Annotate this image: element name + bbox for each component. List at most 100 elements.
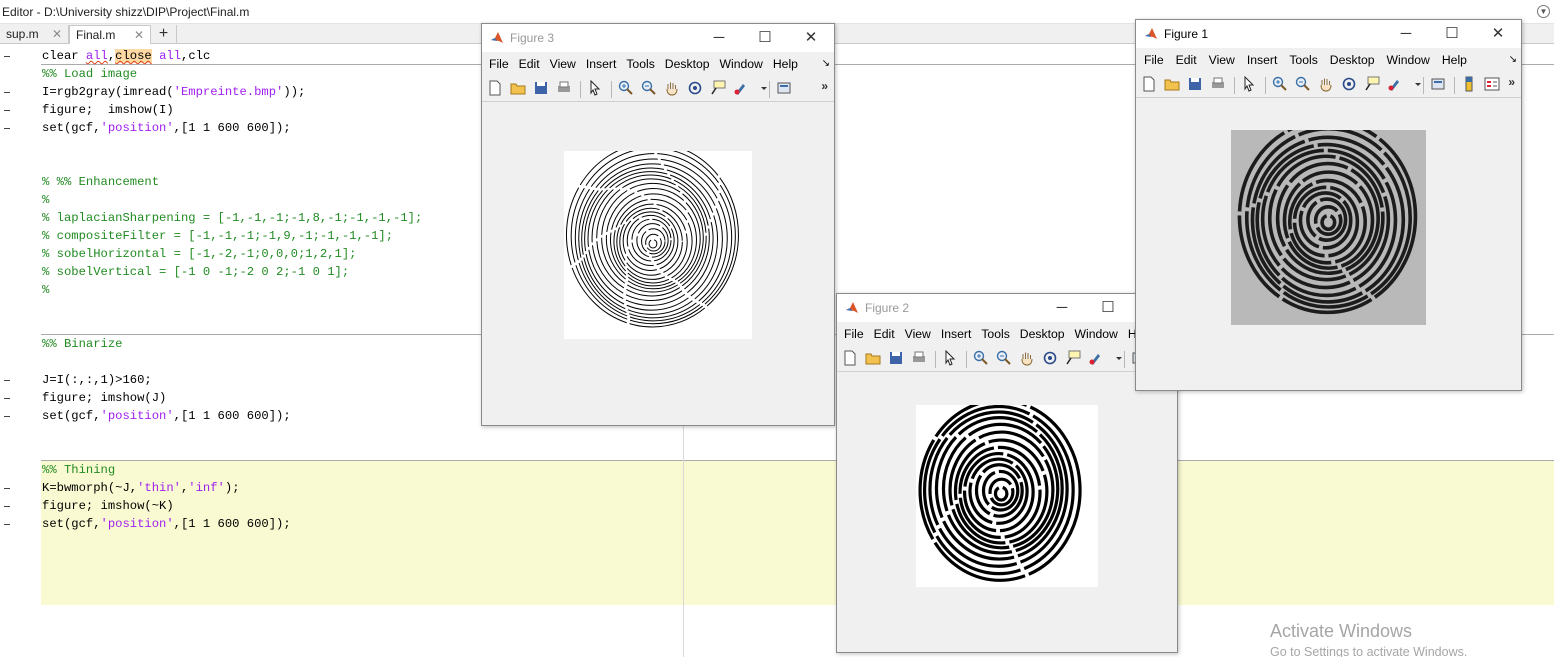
menu-desktop[interactable]: Desktop xyxy=(1324,48,1381,72)
save-icon[interactable] xyxy=(887,350,905,368)
collapse-icon[interactable]: ▼ xyxy=(1537,5,1550,18)
figure-titlebar[interactable]: Figure 2 ─ ☐ xyxy=(837,294,1177,322)
minimize-icon[interactable]: ─ xyxy=(1383,20,1429,48)
menu-tools[interactable]: Tools xyxy=(621,52,659,76)
menu-edit[interactable]: Edit xyxy=(869,322,900,346)
pointer-icon[interactable] xyxy=(1240,75,1258,94)
data-cursor-icon[interactable] xyxy=(1363,76,1381,94)
print-icon[interactable] xyxy=(555,80,573,98)
close-tab-icon[interactable]: ✕ xyxy=(134,26,144,44)
new-figure-icon[interactable] xyxy=(486,80,504,98)
zoom-out-icon[interactable] xyxy=(640,80,658,98)
rotate-icon[interactable] xyxy=(686,80,704,98)
data-cursor-icon[interactable] xyxy=(1064,350,1082,368)
dropdown-icon[interactable] xyxy=(1110,350,1128,368)
save-icon[interactable] xyxy=(532,80,550,98)
zoom-in-icon[interactable] xyxy=(972,350,990,368)
code-line: % xyxy=(42,283,50,297)
menu-help[interactable]: Help xyxy=(1436,48,1473,72)
link-icon[interactable] xyxy=(1429,76,1447,94)
menu-insert[interactable]: Insert xyxy=(936,322,976,346)
rotate-icon[interactable] xyxy=(1340,76,1358,94)
brush-icon[interactable] xyxy=(1087,350,1105,368)
pointer-icon[interactable] xyxy=(941,349,959,368)
figure-3-window[interactable]: Figure 3 ─ ☐ ✕ File Edit View Insert Tools De… xyxy=(481,23,835,426)
code-line: set(gcf,'position',[1 1 600 600]); xyxy=(42,517,291,531)
maximize-icon[interactable]: ☐ xyxy=(1085,294,1131,322)
minimize-icon[interactable]: ─ xyxy=(1039,294,1085,322)
menu-file[interactable]: File xyxy=(1136,48,1170,72)
open-icon[interactable] xyxy=(864,350,882,368)
menu-desktop[interactable]: Desktop xyxy=(1015,322,1070,346)
menu-desktop[interactable]: Desktop xyxy=(660,52,715,76)
menu-file[interactable]: File xyxy=(482,52,514,76)
menu-view[interactable]: View xyxy=(900,322,936,346)
new-figure-icon[interactable] xyxy=(841,350,859,368)
open-icon[interactable] xyxy=(509,80,527,98)
link-icon[interactable] xyxy=(775,80,793,98)
pan-icon[interactable] xyxy=(1018,350,1036,368)
toolbar-overflow-icon[interactable]: » xyxy=(1508,75,1515,89)
colorbar-icon[interactable] xyxy=(1460,76,1478,94)
menu-file[interactable]: File xyxy=(837,322,869,346)
zoom-out-icon[interactable] xyxy=(995,350,1013,368)
add-tab-button[interactable]: + xyxy=(151,25,177,44)
menu-tools[interactable]: Tools xyxy=(976,322,1014,346)
figure-titlebar[interactable]: Figure 3 ─ ☐ ✕ xyxy=(482,24,834,52)
code-line: % sobelHorizontal = [-1,-2,-1;0,0,0;1,2,… xyxy=(42,247,357,261)
dropdown-icon[interactable] xyxy=(1409,76,1427,94)
close-icon[interactable]: ✕ xyxy=(788,24,834,52)
menu-window[interactable]: Window xyxy=(1070,322,1123,346)
pan-icon[interactable] xyxy=(1317,76,1335,94)
menu-overflow-icon[interactable]: ↘ xyxy=(822,52,830,76)
brush-icon[interactable] xyxy=(1386,76,1404,94)
menu-insert[interactable]: Insert xyxy=(1241,48,1283,72)
save-icon[interactable] xyxy=(1186,76,1204,94)
figure-2-window[interactable]: Figure 2 ─ ☐ File Edit View Insert Tools Desk… xyxy=(836,293,1178,653)
rotate-icon[interactable] xyxy=(1041,350,1059,368)
binarized-fingerprint-image xyxy=(916,405,1098,587)
pan-icon[interactable] xyxy=(663,80,681,98)
matlab-logo-icon xyxy=(846,302,858,313)
maximize-icon[interactable]: ☐ xyxy=(1429,20,1475,48)
zoom-out-icon[interactable] xyxy=(1294,76,1312,94)
print-icon[interactable] xyxy=(910,350,928,368)
close-tab-icon[interactable]: ✕ xyxy=(52,25,62,43)
code-line: figure; imshow(J) xyxy=(42,391,167,405)
menu-edit[interactable]: Edit xyxy=(514,52,545,76)
matlab-logo-icon xyxy=(491,32,503,43)
toolbar-separator xyxy=(966,351,967,368)
figure-1-window[interactable]: Figure 1 ─ ☐ ✕ File Edit View Insert Tools De… xyxy=(1135,19,1522,391)
dropdown-icon[interactable] xyxy=(755,80,773,98)
menu-help[interactable]: Help xyxy=(768,52,803,76)
minimize-icon[interactable]: ─ xyxy=(696,24,742,52)
figure-canvas xyxy=(482,103,834,425)
menu-insert[interactable]: Insert xyxy=(581,52,621,76)
data-cursor-icon[interactable] xyxy=(709,80,727,98)
zoom-in-icon[interactable] xyxy=(1271,76,1289,94)
menu-overflow-icon[interactable]: ↘ xyxy=(1509,48,1517,72)
zoom-in-icon[interactable] xyxy=(617,80,635,98)
line-marker xyxy=(4,506,10,507)
figure-titlebar[interactable]: Figure 1 ─ ☐ ✕ xyxy=(1136,20,1521,48)
line-marker xyxy=(4,92,10,93)
tab-final[interactable]: Final.m ✕ xyxy=(69,25,151,44)
print-icon[interactable] xyxy=(1209,76,1227,94)
menu-view[interactable]: View xyxy=(545,52,581,76)
tab-sup[interactable]: sup.m ✕ xyxy=(0,25,69,44)
menu-tools[interactable]: Tools xyxy=(1283,48,1323,72)
open-icon[interactable] xyxy=(1163,76,1181,94)
code-line: set(gcf,'position',[1 1 600 600]); xyxy=(42,121,291,135)
menu-window[interactable]: Window xyxy=(1381,48,1436,72)
close-icon[interactable]: ✕ xyxy=(1475,20,1521,48)
menu-view[interactable]: View xyxy=(1203,48,1241,72)
maximize-icon[interactable]: ☐ xyxy=(742,24,788,52)
new-figure-icon[interactable] xyxy=(1140,76,1158,94)
toolbar-overflow-icon[interactable]: » xyxy=(821,79,828,93)
menu-window[interactable]: Window xyxy=(715,52,768,76)
pointer-icon[interactable] xyxy=(586,79,604,98)
menu-edit[interactable]: Edit xyxy=(1170,48,1203,72)
legend-icon[interactable] xyxy=(1483,76,1501,94)
brush-icon[interactable] xyxy=(732,80,750,98)
code-line: K=bwmorph(~J,'thin','inf'); xyxy=(42,481,240,495)
